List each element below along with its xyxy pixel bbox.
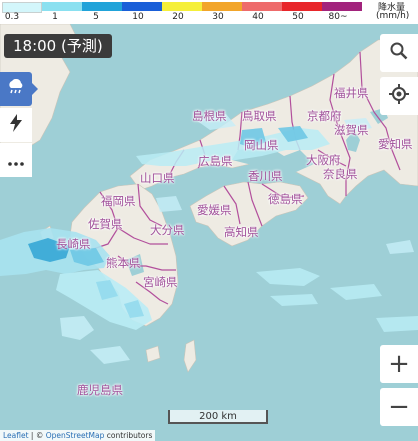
search-icon	[390, 42, 408, 64]
pref-label: 滋賀県	[334, 123, 369, 137]
attribution-contributors: contributors	[104, 431, 153, 440]
pref-label: 香川県	[248, 169, 283, 183]
legend-level: 5	[93, 12, 99, 22]
legend-level: 40	[252, 12, 264, 22]
pref-label: 岡山県	[244, 138, 279, 152]
zoom-in-icon: +	[388, 349, 410, 379]
pref-label: 大分県	[150, 223, 185, 237]
tanegashima	[183, 339, 197, 373]
legend-swatch	[202, 2, 242, 11]
legend-swatch	[282, 2, 322, 11]
attribution-separator: | ©	[28, 431, 46, 440]
rain-layer-button[interactable]	[0, 72, 38, 106]
zoom-in-button[interactable]: +	[380, 345, 418, 383]
pref-label: 島根県	[192, 109, 227, 123]
legend-swatch	[322, 2, 362, 11]
legend-level: 30	[212, 12, 224, 22]
more-icon	[8, 151, 24, 170]
legend-swatch	[242, 2, 282, 11]
lightning-icon	[9, 114, 23, 136]
precip-legend: 0.3 1 5 10 20 30 40 50 80~ 降水量 (mm/h)	[0, 0, 418, 24]
legend-level: 20	[172, 12, 184, 22]
more-button[interactable]	[0, 143, 32, 177]
legend-level: 1	[52, 12, 58, 22]
pref-label: 奈良県	[323, 167, 358, 181]
pref-label: 愛媛県	[197, 203, 232, 217]
osm-link[interactable]: OpenStreetMap	[46, 431, 105, 440]
locate-icon	[389, 84, 409, 108]
map-canvas[interactable]	[0, 0, 418, 441]
pref-label: 熊本県	[106, 256, 141, 270]
pref-label: 徳島県	[268, 192, 303, 206]
zoom-out-button[interactable]: −	[380, 388, 418, 426]
pref-label: 鹿児島県	[77, 383, 123, 397]
pref-label: 長崎県	[56, 237, 91, 251]
zoom-out-icon: −	[388, 392, 410, 422]
forecast-time-badge: 18:00 (予測)	[4, 34, 112, 58]
pref-label: 愛知県	[378, 137, 413, 151]
legend-unit: (mm/h)	[376, 11, 410, 21]
legend-level: 0.3	[4, 12, 20, 22]
pref-label: 福岡県	[101, 194, 136, 208]
legend-swatch	[122, 2, 162, 11]
scale-bar: 200 km	[168, 410, 268, 424]
pref-label: 山口県	[140, 171, 175, 185]
leaflet-link[interactable]: Leaflet	[3, 431, 29, 440]
locate-button[interactable]	[380, 77, 418, 115]
pref-label: 宮崎県	[143, 275, 178, 289]
map-attribution: Leaflet | © OpenStreetMap contributors	[0, 430, 156, 441]
legend-swatch	[82, 2, 122, 11]
legend-swatch	[162, 2, 202, 11]
thunder-layer-button[interactable]	[0, 108, 32, 142]
rain-icon	[7, 78, 25, 99]
pref-label: 福井県	[334, 86, 369, 100]
legend-level: 80~	[328, 12, 348, 22]
pref-label: 広島県	[198, 154, 233, 168]
legend-swatch	[42, 2, 82, 11]
pref-label: 高知県	[224, 225, 259, 239]
precip-east	[256, 268, 418, 332]
legend-level: 50	[292, 12, 304, 22]
pref-label: 佐賀県	[88, 217, 123, 231]
search-button[interactable]	[380, 34, 418, 72]
yakushima	[145, 345, 161, 363]
legend-level: 10	[132, 12, 144, 22]
pref-label: 鳥取県	[242, 109, 277, 123]
